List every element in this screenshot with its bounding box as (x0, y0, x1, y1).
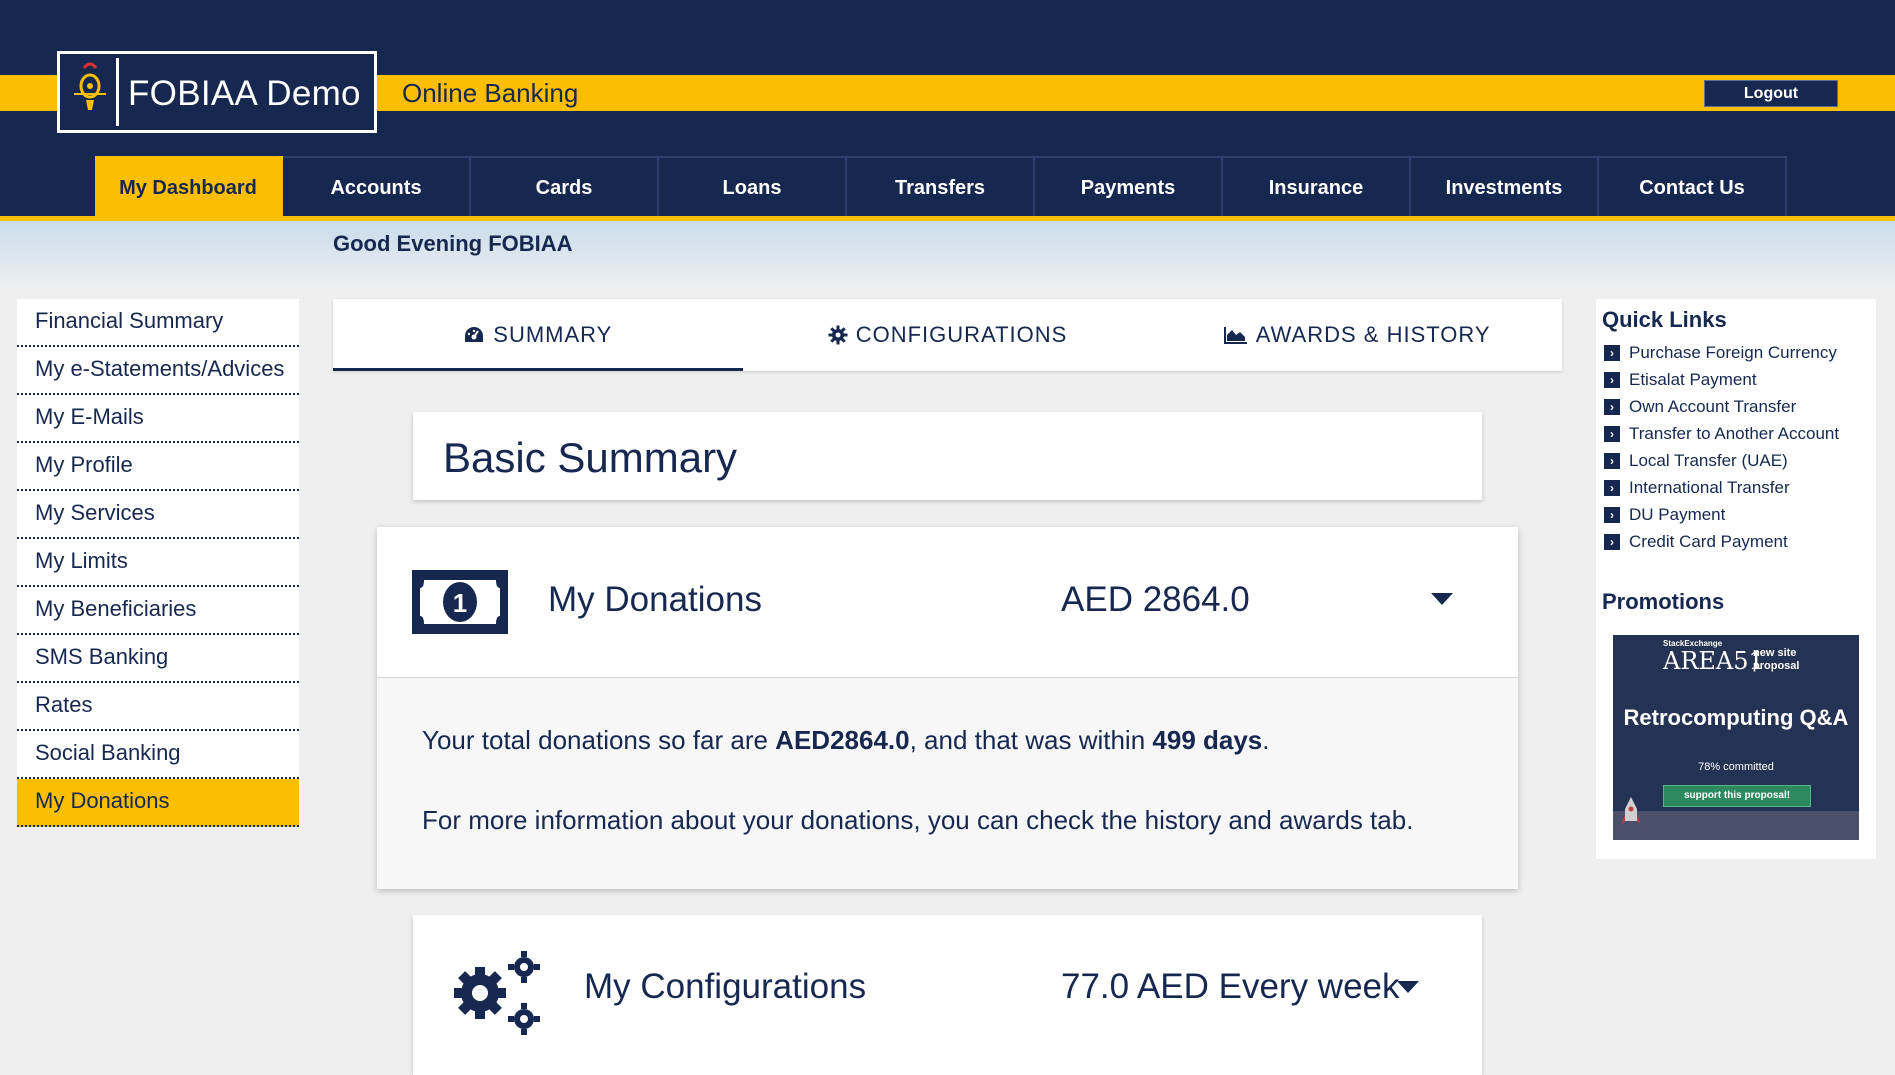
my-donations-card: 1 My Donations AED 2864.0 Your total don… (377, 527, 1518, 889)
greeting-text: Good Evening FOBIAA (333, 231, 573, 256)
promo-headline: Retrocomputing Q&A (1623, 705, 1849, 730)
quick-link-item[interactable]: › Purchase Foreign Currency (1604, 339, 1839, 366)
promo-new-site-label: new site proposal (1753, 647, 1800, 672)
menu-social-banking[interactable]: Social Banking (17, 731, 299, 779)
left-sidebar-menu: Financial Summary My e-Statements/Advice… (17, 299, 299, 827)
promo-landscape (1613, 797, 1859, 840)
basic-summary-title: Basic Summary (443, 434, 738, 481)
svg-text:1: 1 (453, 588, 467, 618)
promotions-title: Promotions (1602, 589, 1725, 614)
quick-link-label: Purchase Foreign Currency (1629, 342, 1837, 362)
greeting-band (0, 221, 1895, 291)
donations-text-prefix: Your total donations so far are (422, 725, 776, 755)
donations-text-suffix: . (1262, 725, 1270, 755)
donations-text-mid: , and that was within (909, 725, 1153, 755)
tab-awards-history-label: AWARDS & HISTORY (1255, 322, 1491, 347)
promo-support-button[interactable]: support this proposal! (1663, 785, 1811, 807)
my-donations-amount: AED 2864.0 (1061, 580, 1250, 619)
chevron-right-icon: › (1604, 452, 1620, 469)
quick-link-item[interactable]: › International Transfer (1604, 474, 1839, 501)
quick-link-label: DU Payment (1629, 504, 1726, 524)
menu-my-profile[interactable]: My Profile (17, 443, 299, 491)
my-donations-title: My Donations (548, 580, 762, 619)
quick-link-label: Credit Card Payment (1629, 531, 1788, 551)
menu-my-services[interactable]: My Services (17, 491, 299, 539)
caret-down-icon[interactable] (1431, 593, 1453, 605)
nav-contact-us[interactable]: Contact Us (1599, 156, 1787, 218)
caret-down-icon[interactable] (1397, 981, 1419, 993)
gears-icon (454, 951, 540, 1035)
rocket-icon (1621, 797, 1641, 825)
quick-link-item[interactable]: › Own Account Transfer (1604, 393, 1839, 420)
donations-text-days: 499 days (1152, 725, 1263, 755)
nav-cards[interactable]: Cards (471, 156, 659, 218)
nav-transfers[interactable]: Transfers (847, 156, 1035, 218)
menu-sms-banking[interactable]: SMS Banking (17, 635, 299, 683)
dashboard-gauge-icon (465, 327, 484, 342)
quick-link-label: Local Transfer (UAE) (1629, 450, 1788, 470)
donations-more-info-text: For more information about your donation… (422, 805, 1414, 835)
tab-configurations-label: CONFIGURATIONS (855, 322, 1068, 347)
menu-my-beneficiaries[interactable]: My Beneficiaries (17, 587, 299, 635)
site-tagline: Online Banking (402, 78, 579, 108)
gear-icon (828, 325, 848, 345)
chevron-right-icon: › (1604, 371, 1620, 388)
quick-link-label: Etisalat Payment (1629, 369, 1757, 389)
my-configurations-card[interactable]: My Configurations 77.0 AED Every week (413, 915, 1482, 1075)
menu-rates[interactable]: Rates (17, 683, 299, 731)
my-donations-header[interactable]: 1 My Donations AED 2864.0 (377, 527, 1518, 678)
main-nav: My Dashboard Accounts Cards Loans Transf… (95, 156, 1787, 218)
donations-total-text: Your total donations so far are AED2864.… (422, 725, 1270, 756)
menu-my-limits[interactable]: My Limits (17, 539, 299, 587)
nav-my-dashboard[interactable]: My Dashboard (95, 156, 283, 218)
tab-summary-label: SUMMARY (493, 322, 613, 347)
nav-payments[interactable]: Payments (1035, 156, 1223, 218)
basic-summary-card: Basic Summary (413, 412, 1482, 500)
menu-financial-summary[interactable]: Financial Summary (17, 299, 299, 347)
nav-investments[interactable]: Investments (1411, 156, 1599, 218)
bank-logo[interactable]: FOBIAA Demo (57, 51, 377, 133)
nav-loans[interactable]: Loans (659, 156, 847, 218)
donations-tabs: SUMMARY CONFIGURATIONS AWARDS & HISTORY (333, 299, 1562, 371)
logout-button[interactable]: Logout (1704, 80, 1838, 107)
quick-link-item[interactable]: › Credit Card Payment (1604, 528, 1839, 555)
quick-link-item[interactable]: › Local Transfer (UAE) (1604, 447, 1839, 474)
menu-my-emails[interactable]: My E-Mails (17, 395, 299, 443)
area-chart-icon (1223, 327, 1247, 344)
quick-link-item[interactable]: › Transfer to Another Account (1604, 420, 1839, 447)
chevron-right-icon: › (1604, 398, 1620, 415)
quick-link-label: Own Account Transfer (1629, 396, 1797, 416)
nav-accounts[interactable]: Accounts (283, 156, 471, 218)
quick-links-list: › Purchase Foreign Currency › Etisalat Pay… (1604, 339, 1839, 555)
quick-link-item[interactable]: › Etisalat Payment (1604, 366, 1839, 393)
chevron-right-icon: › (1604, 506, 1620, 523)
quick-link-item[interactable]: › DU Payment (1604, 501, 1839, 528)
tab-summary[interactable]: SUMMARY (333, 299, 743, 371)
menu-e-statements[interactable]: My e-Statements/Advices (17, 347, 299, 395)
tab-awards-history[interactable]: AWARDS & HISTORY (1152, 299, 1562, 371)
tab-configurations[interactable]: CONFIGURATIONS (743, 299, 1153, 371)
donations-text-amount: AED2864.0 (775, 725, 910, 755)
nav-insurance[interactable]: Insurance (1223, 156, 1411, 218)
quick-links-title: Quick Links (1602, 307, 1727, 332)
promo-area51-logo: AREA51 (1663, 647, 1764, 675)
bank-logo-text: FOBIAA Demo (128, 74, 361, 113)
menu-my-donations[interactable]: My Donations (17, 779, 299, 827)
bank-emblem-icon (64, 58, 119, 126)
right-sidebar: Quick Links › Purchase Foreign Currency ›… (1596, 299, 1876, 859)
quick-link-label: International Transfer (1629, 477, 1790, 497)
quick-link-label: Transfer to Another Account (1629, 423, 1840, 443)
promotion-banner[interactable]: StackExchange AREA51 new site proposal R… (1613, 635, 1859, 840)
chevron-right-icon: › (1604, 344, 1620, 361)
promo-committed: 78% committed (1698, 761, 1774, 773)
chevron-right-icon: › (1604, 479, 1620, 496)
chevron-right-icon: › (1604, 533, 1620, 550)
my-configurations-value: 77.0 AED Every week (1061, 967, 1400, 1006)
money-bill-icon: 1 (412, 570, 508, 634)
my-configurations-title: My Configurations (584, 967, 867, 1006)
chevron-right-icon: › (1604, 425, 1620, 442)
